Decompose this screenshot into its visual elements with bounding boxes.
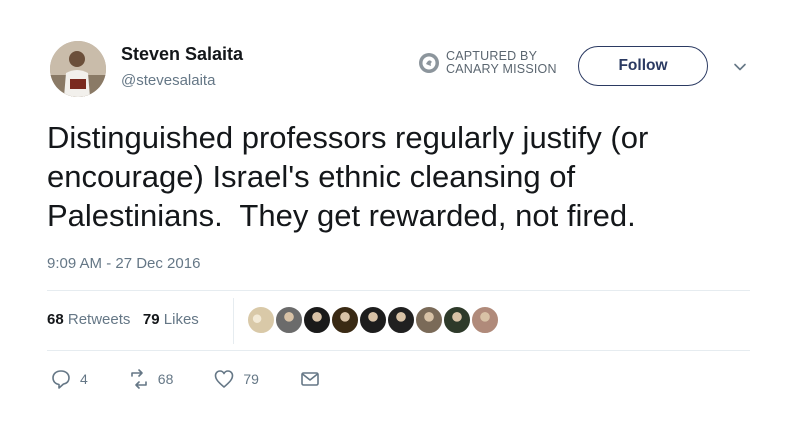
- like-count: 79: [243, 371, 259, 387]
- liker-avatar[interactable]: [274, 305, 304, 335]
- likes-count: 79: [142, 311, 160, 328]
- retweets-count: 68: [47, 311, 64, 328]
- tweet-text-line: Distinguished professors regularly justi…: [47, 120, 649, 155]
- tweet-timestamp[interactable]: 9:09 AM - 27 Dec 2016: [47, 255, 200, 272]
- likes-label: Likes: [163, 311, 199, 328]
- liker-avatar[interactable]: [330, 305, 360, 335]
- engagement-stats: 68 Retweets 79 Likes: [47, 311, 199, 328]
- likes-stat[interactable]: 79 Likes: [143, 311, 199, 328]
- reply-action[interactable]: 4: [50, 368, 88, 390]
- retweets-label: Retweets: [67, 311, 131, 328]
- author-handle[interactable]: @stevesalaita: [121, 72, 215, 89]
- stats-separator: [233, 298, 234, 344]
- likers-avatars: [246, 305, 500, 335]
- liker-avatar[interactable]: [386, 305, 416, 335]
- liker-avatar[interactable]: [442, 305, 472, 335]
- liker-avatar[interactable]: [246, 305, 276, 335]
- retweet-icon: [130, 369, 147, 389]
- reply-count: 4: [80, 371, 88, 387]
- follow-button[interactable]: Follow: [578, 46, 708, 86]
- divider: [47, 290, 750, 291]
- chevron-down-icon[interactable]: [731, 58, 749, 76]
- canary-mission-watermark: CAPTURED BY CANARY MISSION: [418, 50, 557, 76]
- retweets-stat[interactable]: 68 Retweets: [47, 311, 130, 328]
- reply-icon: [52, 370, 70, 389]
- divider: [47, 350, 750, 351]
- author-avatar[interactable]: [50, 41, 106, 97]
- liker-avatar[interactable]: [470, 305, 500, 335]
- liker-avatar[interactable]: [302, 305, 332, 335]
- canary-mission-logo-icon: [419, 53, 439, 73]
- tweet-text: Distinguished professors regularly justi…: [47, 118, 767, 235]
- liker-avatar[interactable]: [414, 305, 444, 335]
- direct-message-action[interactable]: [299, 368, 321, 390]
- watermark-line2: CANARY MISSION: [446, 62, 557, 76]
- heart-icon: [215, 370, 234, 388]
- like-action[interactable]: 79: [213, 368, 259, 390]
- avatar-photo: [50, 41, 106, 97]
- tweet-text-line: Palestinians. They get rewarded, not fir…: [47, 198, 636, 233]
- tweet-actions: 4 68 79: [50, 368, 321, 390]
- liker-avatar[interactable]: [358, 305, 388, 335]
- envelope-icon: [301, 372, 319, 386]
- retweet-action[interactable]: 68: [128, 368, 174, 390]
- tweet-text-line: encourage) Israel's ethnic cleansing of: [47, 159, 576, 194]
- author-name[interactable]: Steven Salaita: [121, 44, 243, 65]
- retweet-count: 68: [157, 371, 174, 387]
